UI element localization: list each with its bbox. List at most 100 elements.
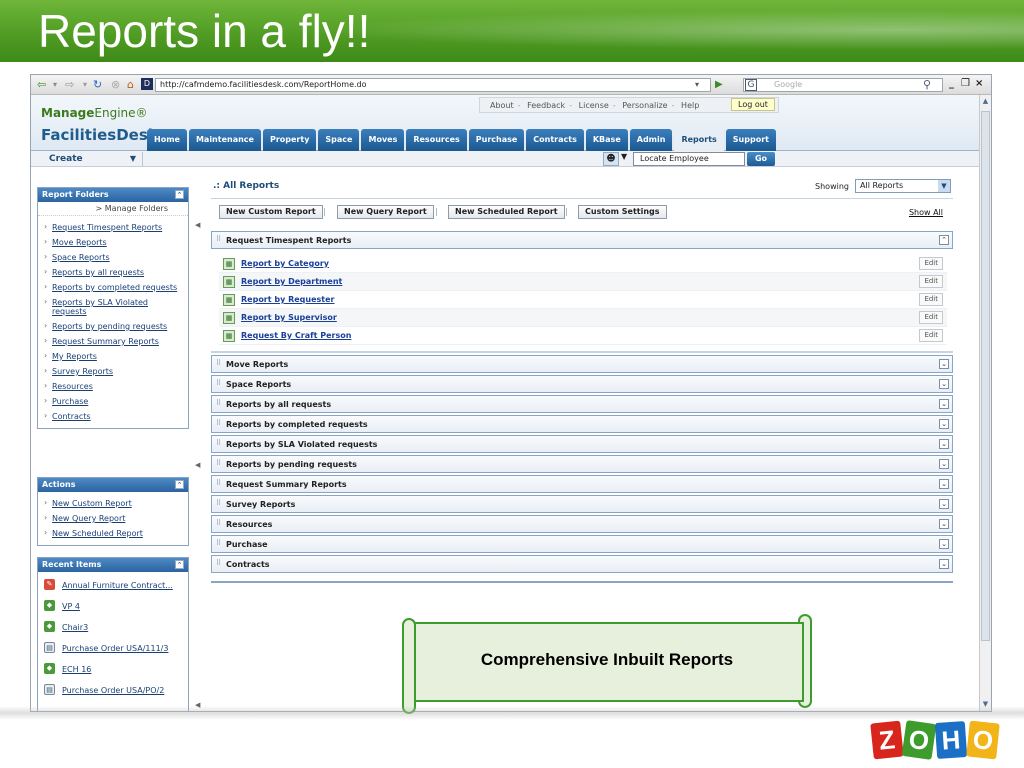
folder-item[interactable]: Request Summary Reports [42, 334, 184, 349]
tab-reports[interactable]: Reports [674, 129, 724, 151]
showing-select[interactable]: All Reports ▼ [855, 179, 951, 193]
about-link[interactable]: About [490, 101, 514, 110]
restore-icon[interactable]: ❐ [961, 78, 970, 89]
custom-settings-button[interactable]: Custom Settings [578, 205, 667, 219]
edit-button[interactable]: Edit [919, 275, 943, 288]
category-header[interactable]: ⠿ Survey Reports ⌄ [211, 495, 953, 513]
expand-icon[interactable]: ⌄ [939, 399, 949, 409]
drag-handle-icon[interactable]: ⠿ [216, 235, 221, 243]
category-header[interactable]: ⠿ Purchase ⌄ [211, 535, 953, 553]
home-icon[interactable]: ⌂ [127, 78, 134, 92]
new-custom-report-link[interactable]: New Custom Report [42, 496, 184, 511]
expand-icon[interactable]: ⌄ [939, 559, 949, 569]
category-header[interactable]: ⠿ Request Timespent Reports ⌃ [211, 231, 953, 249]
folder-item[interactable]: Reports by SLA Violated requests [42, 295, 184, 319]
stop-icon[interactable]: ⊗ [111, 78, 120, 92]
google-icon[interactable]: G [745, 79, 757, 91]
new-scheduled-report-button[interactable]: New Scheduled Report [448, 205, 565, 219]
drag-handle-icon[interactable]: ⠿ [216, 359, 221, 367]
back-icon[interactable]: ⇦ [37, 78, 46, 92]
tab-home[interactable]: Home [147, 129, 187, 151]
category-header[interactable]: ⠿ Resources ⌄ [211, 515, 953, 533]
category-header[interactable]: ⠿ Contracts ⌄ [211, 555, 953, 573]
reload-icon[interactable]: ↻ [93, 78, 102, 92]
report-link[interactable]: Report by Supervisor [241, 313, 337, 322]
scroll-thumb[interactable] [981, 111, 990, 641]
forward-icon[interactable]: ⇨ [65, 78, 74, 92]
collapse-left-icon[interactable]: ◀ [195, 221, 200, 229]
go-button[interactable]: Go [747, 152, 775, 166]
new-query-report-button[interactable]: New Query Report [337, 205, 434, 219]
tab-support[interactable]: Support [725, 129, 776, 151]
drag-handle-icon[interactable]: ⠿ [216, 419, 221, 427]
new-query-report-link[interactable]: New Query Report [42, 511, 184, 526]
recent-item[interactable]: ◆ Chair3 [42, 618, 184, 639]
recent-item[interactable]: ▤ Purchase Order USA/PO/2 [42, 681, 184, 702]
expand-icon[interactable]: ⌄ [939, 519, 949, 529]
drag-handle-icon[interactable]: ⠿ [216, 499, 221, 507]
expand-icon[interactable]: ⌄ [939, 499, 949, 509]
forward-dropdown-icon[interactable]: ▾ [83, 78, 87, 92]
feedback-link[interactable]: Feedback [527, 101, 565, 110]
back-dropdown-icon[interactable]: ▾ [53, 78, 57, 92]
new-custom-report-button[interactable]: New Custom Report [219, 205, 323, 219]
tab-space[interactable]: Space [318, 129, 360, 151]
expand-icon[interactable]: ⌄ [939, 419, 949, 429]
help-link[interactable]: Help [681, 101, 699, 110]
expand-icon[interactable]: ⌄ [939, 539, 949, 549]
minimize-icon[interactable]: _ [949, 78, 954, 89]
tab-contracts[interactable]: Contracts [526, 129, 584, 151]
folder-item[interactable]: Request Timespent Reports [42, 220, 184, 235]
tab-moves[interactable]: Moves [361, 129, 405, 151]
folder-item[interactable]: My Reports [42, 349, 184, 364]
folder-item[interactable]: Reports by completed requests [42, 280, 184, 295]
expand-icon[interactable]: ⌄ [939, 459, 949, 469]
url-bar[interactable]: http://cafmdemo.facilitiesdesk.com/Repor… [155, 78, 711, 92]
new-scheduled-report-link[interactable]: New Scheduled Report [42, 526, 184, 541]
show-all-link[interactable]: Show All [909, 208, 943, 217]
expand-icon[interactable]: ⌄ [939, 379, 949, 389]
create-menu[interactable]: Create ▼ [37, 152, 143, 166]
tab-maintenance[interactable]: Maintenance [188, 129, 261, 151]
expand-icon[interactable]: ⌄ [939, 439, 949, 449]
expand-icon[interactable]: ⌄ [939, 479, 949, 489]
category-header[interactable]: ⠿ Request Summary Reports ⌄ [211, 475, 953, 493]
manage-folders-link[interactable]: > Manage Folders [38, 202, 188, 216]
recent-item[interactable]: ◆ ECH 16 [42, 660, 184, 681]
tab-admin[interactable]: Admin [629, 129, 673, 151]
recent-item[interactable]: ✎ Annual Furniture Contract... [42, 576, 184, 597]
search-icon[interactable]: ⚲ [923, 78, 931, 92]
category-header[interactable]: ⠿ Move Reports ⌄ [211, 355, 953, 373]
close-icon[interactable]: × [975, 78, 983, 89]
logout-button[interactable]: Log out [731, 98, 775, 111]
folder-item[interactable]: Reports by all requests [42, 265, 184, 280]
edit-button[interactable]: Edit [919, 293, 943, 306]
go-arrow-icon[interactable]: ▶ [715, 78, 723, 92]
url-dropdown-icon[interactable]: ▾ [695, 78, 699, 92]
folder-item[interactable]: Contracts [42, 409, 184, 424]
tab-resources[interactable]: Resources [406, 129, 467, 151]
report-link[interactable]: Report by Category [241, 259, 329, 268]
edit-button[interactable]: Edit [919, 257, 943, 270]
category-header[interactable]: ⠿ Reports by completed requests ⌄ [211, 415, 953, 433]
folder-item[interactable]: Space Reports [42, 250, 184, 265]
category-header[interactable]: ⠿ Space Reports ⌄ [211, 375, 953, 393]
collapse-left-icon[interactable]: ◀ [195, 461, 200, 469]
drag-handle-icon[interactable]: ⠿ [216, 439, 221, 447]
drag-handle-icon[interactable]: ⠿ [216, 379, 221, 387]
drag-handle-icon[interactable]: ⠿ [216, 539, 221, 547]
report-link[interactable]: Request By Craft Person [241, 331, 351, 340]
category-header[interactable]: ⠿ Reports by all requests ⌄ [211, 395, 953, 413]
tab-property[interactable]: Property [262, 129, 317, 151]
recent-item[interactable]: ▤ Purchase Order USA/111/3 [42, 639, 184, 660]
tab-kbase[interactable]: KBase [585, 129, 628, 151]
recent-item[interactable]: ◆ VP 4 [42, 597, 184, 618]
locate-employee-input[interactable]: Locate Employee [633, 152, 745, 166]
drag-handle-icon[interactable]: ⠿ [216, 399, 221, 407]
panel-splitter[interactable]: ◀ ◀ ◀ [193, 171, 203, 711]
search-field[interactable]: Google [743, 78, 943, 92]
drag-handle-icon[interactable]: ⠿ [216, 559, 221, 567]
category-header[interactable]: ⠿ Reports by SLA Violated requests ⌄ [211, 435, 953, 453]
folder-item[interactable]: Purchase [42, 394, 184, 409]
folder-item[interactable]: Survey Reports [42, 364, 184, 379]
